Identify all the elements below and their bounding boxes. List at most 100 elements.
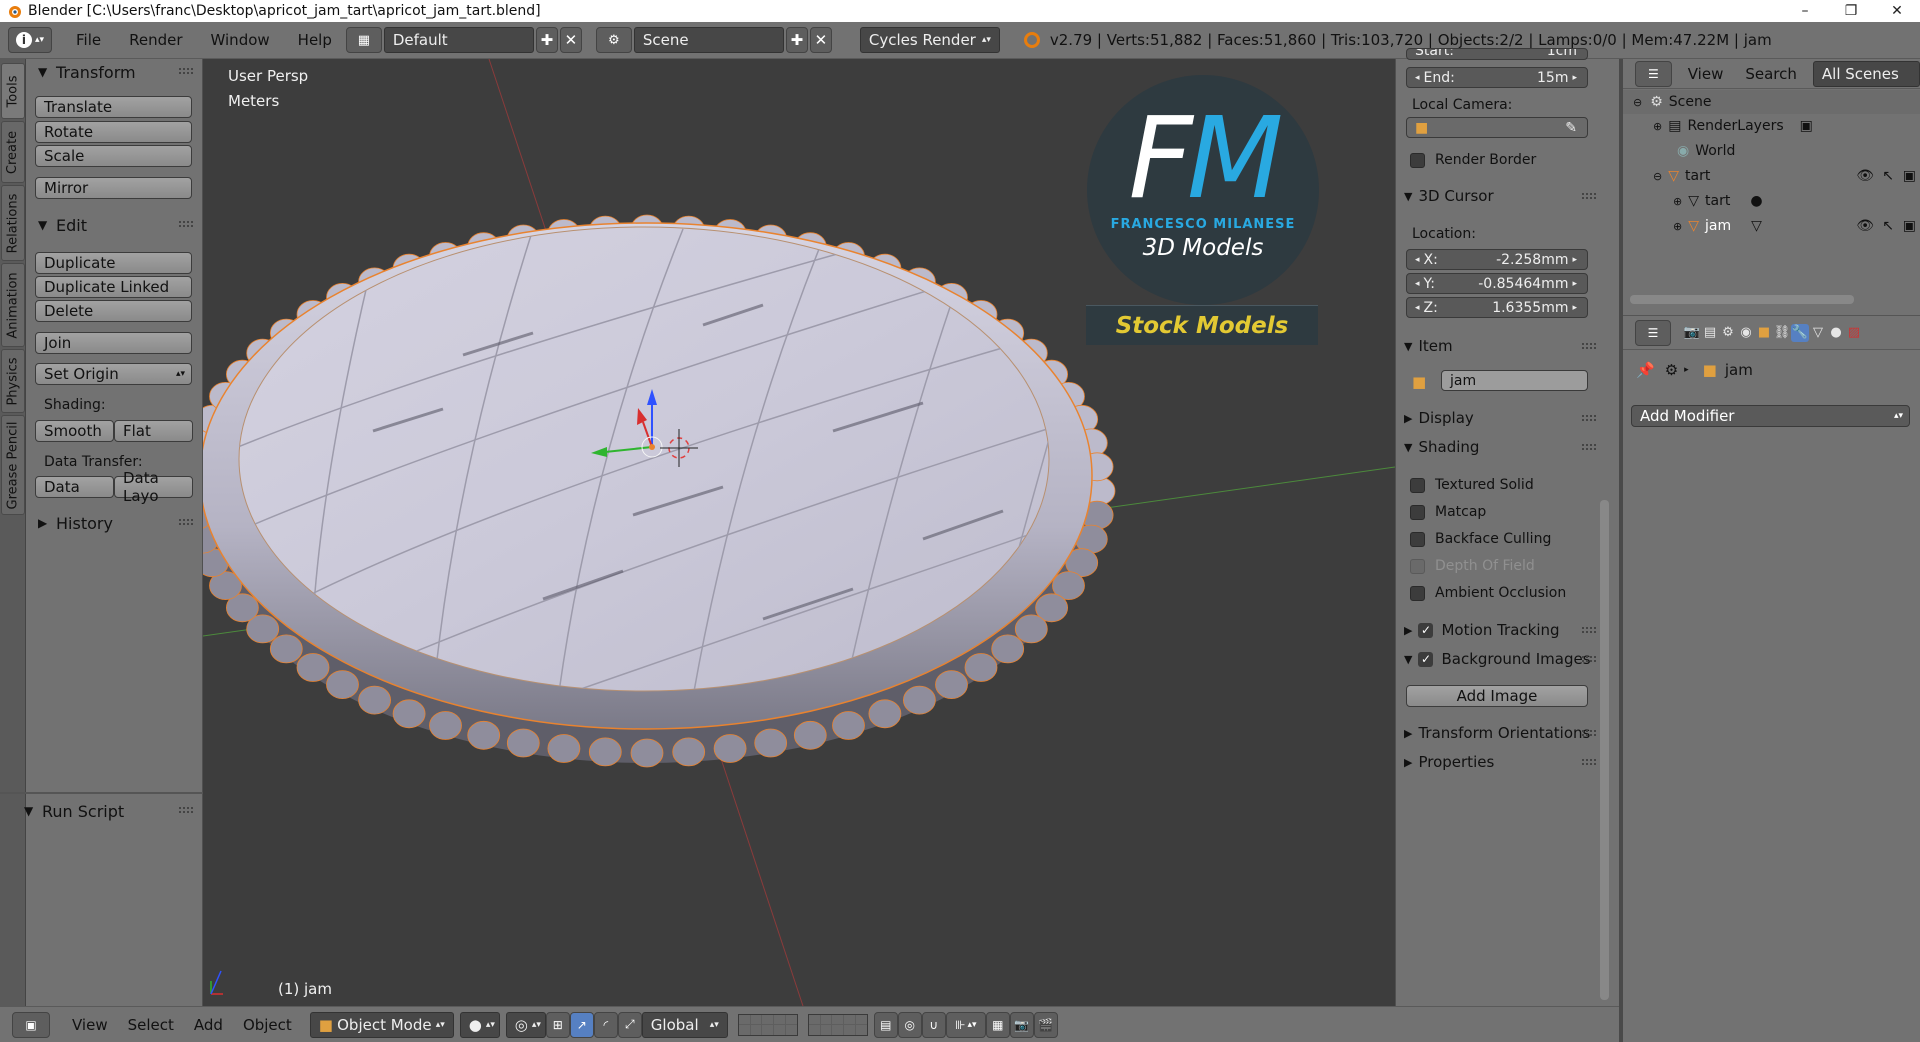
add-image-button[interactable]: Add Image	[1406, 685, 1588, 707]
render-tab-icon[interactable]: 📷	[1683, 324, 1701, 342]
eye-icon[interactable]: 👁	[1856, 218, 1874, 234]
drag-grip-icon[interactable]	[179, 807, 193, 813]
scene-tab-icon[interactable]: ⚙	[1719, 324, 1737, 342]
history-panel-header[interactable]: ▶ History	[26, 510, 203, 536]
scale-button[interactable]: Scale	[35, 145, 192, 167]
cursor-z-field[interactable]: ◂ Z: 1.6355mm ▸	[1406, 297, 1588, 318]
viewport-shading-select[interactable]: ● ▴▾	[459, 1011, 500, 1038]
drag-grip-icon[interactable]	[1582, 730, 1596, 736]
properties-editor-type-button[interactable]: ☰	[1635, 319, 1671, 346]
menu-file[interactable]: File	[62, 31, 115, 49]
transform-orientations-panel-header[interactable]: ▶ Transform Orientations	[1400, 722, 1600, 744]
snap-element-select[interactable]: ⊪ ▴▾	[945, 1011, 986, 1038]
drag-grip-icon[interactable]	[1582, 415, 1596, 421]
add-scene-button[interactable]: ✚	[785, 27, 808, 53]
drag-grip-icon[interactable]	[1582, 656, 1596, 662]
display-panel-header[interactable]: ▶ Display	[1400, 407, 1600, 429]
chevron-right-icon[interactable]: ▸	[1572, 279, 1577, 289]
checkbox[interactable]	[1410, 152, 1425, 168]
checkbox[interactable]	[1410, 504, 1425, 520]
scene-selector-button[interactable]: ⚙	[595, 27, 632, 53]
viewport-menu-add[interactable]: Add	[184, 1016, 233, 1034]
flat-button[interactable]: Flat	[114, 420, 193, 442]
lock-layers-button[interactable]: ▤	[873, 1011, 898, 1038]
expand-toggle-icon[interactable]: ⊕	[1673, 195, 1682, 208]
drag-grip-icon[interactable]	[1582, 444, 1596, 450]
chevron-left-icon[interactable]: ◂	[1415, 73, 1420, 83]
render-engine-select[interactable]: Cycles Render ▴▾	[859, 27, 1000, 53]
collapse-toggle-icon[interactable]: ⊖	[1633, 96, 1642, 109]
menu-window[interactable]: Window	[197, 31, 284, 49]
backface-culling-checkbox[interactable]: Backface Culling	[1410, 529, 1551, 549]
world-tab-icon[interactable]: ◉	[1737, 324, 1755, 342]
modifiers-tab-icon[interactable]: 🔧	[1791, 323, 1809, 342]
camera-render-icon[interactable]: ▣	[1903, 168, 1916, 184]
snap-toggle-button[interactable]: ∪	[921, 1011, 946, 1038]
tab-tools[interactable]: Tools	[1, 63, 25, 119]
scale-manipulator-button[interactable]: ⤢	[617, 1011, 642, 1038]
chevron-right-icon[interactable]: ▸	[1572, 303, 1577, 313]
outliner-editor-type-button[interactable]: ☰	[1635, 60, 1672, 87]
properties-scrollbar[interactable]	[1600, 500, 1609, 1000]
interaction-mode-select[interactable]: ■ Object Mode ▴▾	[309, 1011, 454, 1038]
outliner-row-scene[interactable]: ⊖ ⚙ Scene	[1623, 90, 1920, 114]
3d-viewport[interactable]: User Persp Meters (1) jam FM FRANCESCO M…	[203, 59, 1395, 1006]
viewport-menu-select[interactable]: Select	[118, 1016, 184, 1034]
matcap-checkbox[interactable]: Matcap	[1410, 502, 1486, 522]
tab-animation[interactable]: Animation	[1, 263, 25, 347]
textured-solid-checkbox[interactable]: Textured Solid	[1410, 475, 1534, 495]
tab-relations[interactable]: Relations	[1, 185, 25, 261]
cursor-select-icon[interactable]: ↖	[1882, 168, 1894, 184]
shading-panel-header[interactable]: ▼ Shading	[1400, 436, 1600, 458]
drag-grip-icon[interactable]	[1582, 627, 1596, 633]
remove-layout-button[interactable]: ✕	[559, 27, 582, 53]
run-script-panel-header[interactable]: ▼ Run Script	[12, 798, 193, 824]
layout-name-field[interactable]: Default	[383, 27, 534, 53]
opengl-render-image-button[interactable]: 📷	[1009, 1011, 1034, 1038]
3d-cursor-panel-header[interactable]: ▼ 3D Cursor	[1400, 185, 1600, 207]
opengl-render-animation-button[interactable]: 🎬	[1033, 1011, 1058, 1038]
join-button[interactable]: Join	[35, 332, 192, 354]
expand-toggle-icon[interactable]: ⊕	[1653, 120, 1662, 133]
tab-create[interactable]: Create	[1, 121, 25, 183]
eyedropper-icon[interactable]: ✎	[1565, 120, 1577, 136]
checkbox[interactable]	[1410, 477, 1425, 493]
tab-grease-pencil[interactable]: Grease Pencil	[1, 415, 25, 515]
expand-toggle-icon[interactable]: ⊕	[1673, 220, 1682, 233]
outliner-row-tart[interactable]: ⊖ ▽ tart 👁 ↖ ▣	[1623, 164, 1920, 188]
tab-physics[interactable]: Physics	[1, 349, 25, 413]
checkbox[interactable]	[1410, 585, 1425, 601]
chevron-left-icon[interactable]: ◂	[1415, 255, 1420, 265]
rotate-manipulator-button[interactable]: ◜	[593, 1011, 618, 1038]
pin-icon[interactable]: 📌	[1636, 361, 1655, 379]
item-panel-header[interactable]: ▼ Item	[1400, 335, 1600, 357]
outliner-row-jam[interactable]: ⊕ ▽ jam ▽ 👁 ↖ ▣	[1623, 214, 1920, 238]
object-tab-icon[interactable]: ■	[1755, 324, 1773, 342]
layer-buttons-group-2[interactable]	[807, 1013, 868, 1036]
object-name-field[interactable]: jam	[1441, 370, 1588, 391]
set-origin-select[interactable]: Set Origin ▴▾	[35, 363, 192, 385]
layout-selector-button[interactable]: ▦	[345, 27, 382, 53]
data-button[interactable]: Data	[35, 476, 114, 498]
chevron-right-icon[interactable]: ▸	[1572, 73, 1577, 83]
ambient-occlusion-checkbox[interactable]: Ambient Occlusion	[1410, 583, 1566, 603]
clip-end-field[interactable]: ◂ End: 15m ▸	[1406, 67, 1588, 88]
data-layout-button[interactable]: Data Layo	[114, 469, 193, 505]
scene-name-field[interactable]: Scene	[633, 27, 784, 53]
remove-scene-button[interactable]: ✕	[809, 27, 832, 53]
smooth-button[interactable]: Smooth	[35, 420, 114, 442]
checkmark-icon[interactable]: ✓	[1418, 622, 1434, 638]
constraints-tab-icon[interactable]: ⛓	[1773, 324, 1791, 342]
camera-render-icon[interactable]: ▣	[1903, 218, 1916, 234]
checkmark-icon[interactable]: ✓	[1418, 651, 1434, 667]
outliner-row-world[interactable]: ◉ World	[1623, 139, 1920, 163]
local-camera-field[interactable]: ■ ✎	[1406, 117, 1588, 138]
chevron-left-icon[interactable]: ◂	[1415, 303, 1420, 313]
drag-grip-icon[interactable]	[179, 221, 193, 227]
frame-start-field[interactable]: Start: 1cm	[1406, 48, 1588, 60]
mirror-button[interactable]: Mirror	[35, 177, 192, 199]
menu-render[interactable]: Render	[115, 31, 196, 49]
close-button[interactable]: ✕	[1874, 0, 1920, 22]
cursor-select-icon[interactable]: ↖	[1882, 218, 1894, 234]
outliner-row-tart-mesh[interactable]: ⊕ ▽ tart ●	[1623, 189, 1920, 213]
